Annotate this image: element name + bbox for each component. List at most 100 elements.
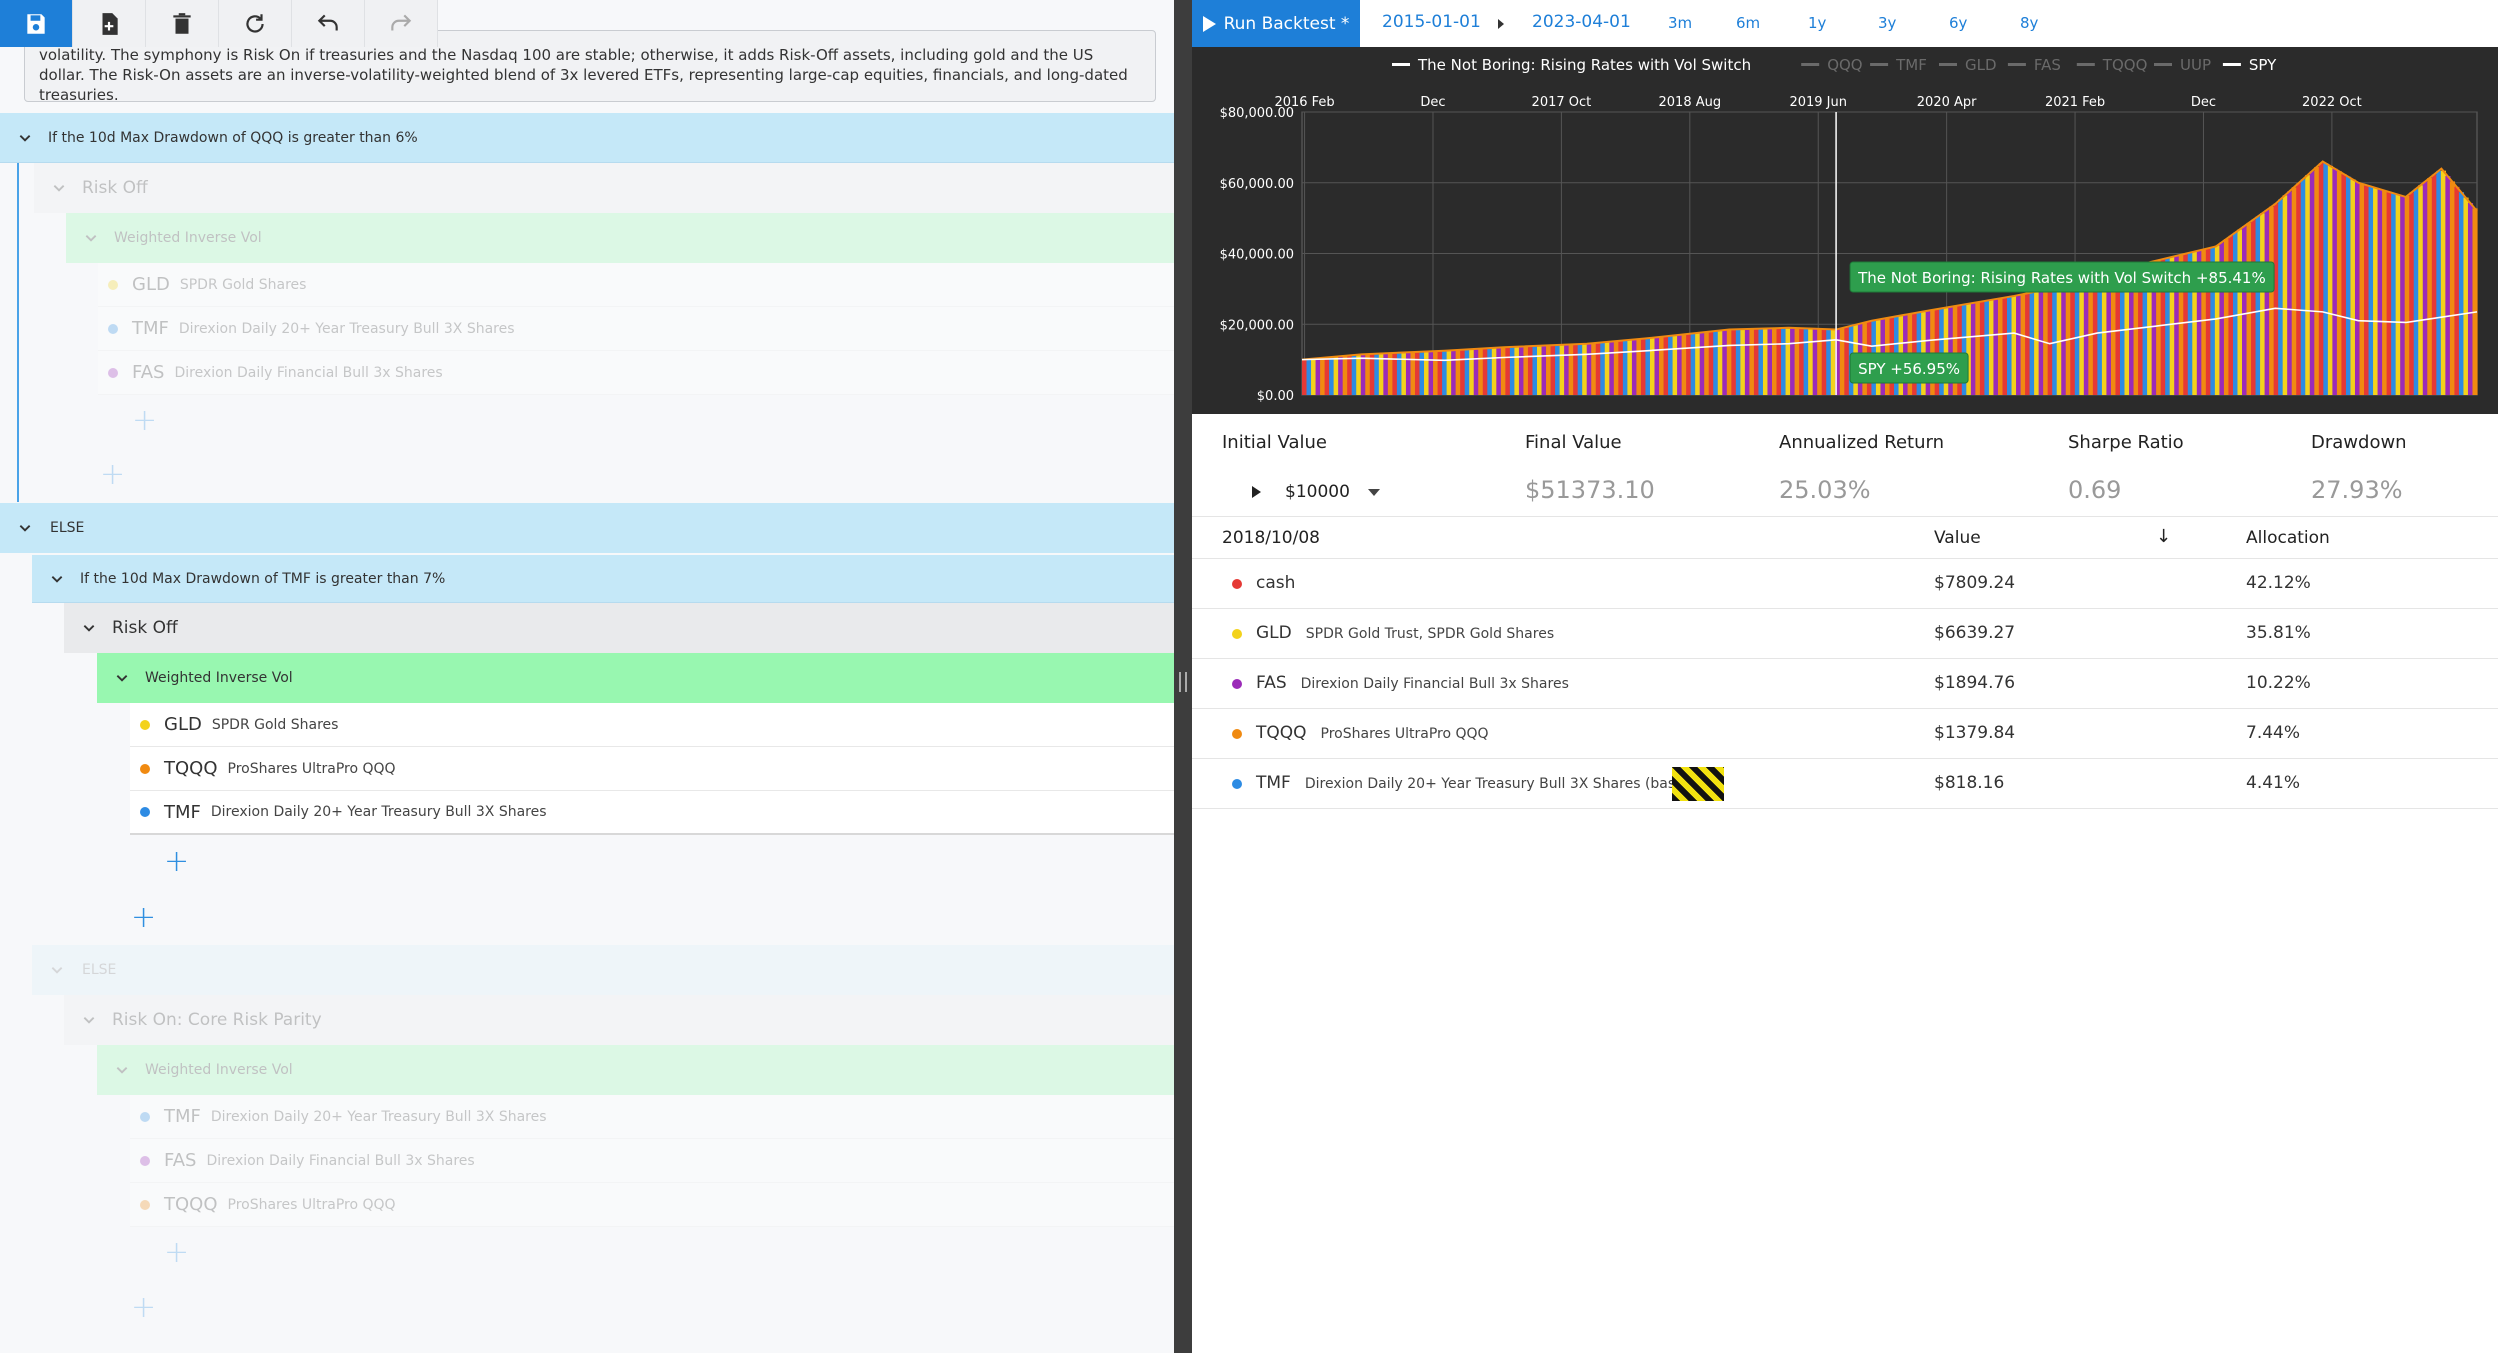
strategy-area-band: [1518, 346, 1525, 395]
weighting-inverse-vol[interactable]: Weighted Inverse Vol: [97, 653, 1174, 703]
holding-value: $1379.84: [1934, 723, 2016, 743]
strategy-area-band: [2422, 181, 2428, 395]
strategy-area-band: [1618, 340, 1624, 395]
add-asset-button[interactable]: +: [132, 406, 157, 436]
asset-row[interactable]: GLD SPDR Gold Shares: [130, 703, 1174, 747]
range-1y[interactable]: 1y: [1808, 14, 1826, 32]
range-3y[interactable]: 3y: [1878, 14, 1896, 32]
chevron-down-icon[interactable]: [14, 517, 36, 539]
asset-row[interactable]: GLD SPDR Gold Shares: [98, 263, 1174, 307]
redo-button[interactable]: [365, 0, 438, 47]
range-6y[interactable]: 6y: [1949, 14, 1967, 32]
asset-row[interactable]: TQQQ ProShares UltraPro QQQ: [130, 1183, 1174, 1227]
chevron-down-icon[interactable]: [78, 1009, 100, 1031]
asset-color-dot: [140, 807, 150, 817]
strategy-area-band: [2287, 191, 2293, 395]
new-file-button[interactable]: [73, 0, 146, 47]
else-branch[interactable]: ELSE: [0, 503, 1174, 553]
tooltip-spy-label: SPY +56.95%: [1858, 360, 1960, 378]
holding-row[interactable]: FAS Direxion Daily Financial Bull 3x Shar…: [1192, 659, 2498, 709]
chart-svg[interactable]: $0.00$20,000.00$40,000.00$60,000.00$80,0…: [1192, 47, 2498, 414]
holding-ticker-group: GLD SPDR Gold Trust, SPDR Gold Shares: [1256, 623, 1554, 643]
legend-label: UUP: [2180, 56, 2211, 74]
if-condition-tmf[interactable]: If the 10d Max Drawdown of TMF is greate…: [32, 555, 1174, 603]
chevron-down-icon[interactable]: [111, 667, 133, 689]
splitter-grip-icon[interactable]: [1179, 672, 1187, 692]
range-8y[interactable]: 8y: [2020, 14, 2038, 32]
run-backtest-button[interactable]: Run Backtest *: [1192, 0, 1360, 47]
asset-name: ProShares UltraPro QQQ: [227, 1196, 396, 1213]
allocation-column-header[interactable]: Allocation: [2246, 528, 2330, 548]
value-column-header[interactable]: Value: [1934, 528, 1981, 548]
chevron-down-icon[interactable]: [111, 1059, 133, 1081]
strategy-area-band: [1487, 348, 1493, 395]
else-branch[interactable]: ELSE: [32, 945, 1174, 995]
if-condition-qqq[interactable]: If the 10d Max Drawdown of QQQ is greate…: [0, 113, 1174, 163]
holding-row[interactable]: TMF Direxion Daily 20+ Year Treasury Bull…: [1192, 759, 2498, 809]
add-block-button[interactable]: +: [131, 1293, 156, 1323]
holding-allocation: 35.81%: [2246, 623, 2311, 643]
asset-row[interactable]: FAS Direxion Daily Financial Bull 3x Sha…: [98, 351, 1174, 395]
add-asset-button[interactable]: +: [164, 1238, 189, 1268]
sort-arrow-icon[interactable]: ↓: [2156, 526, 2171, 547]
add-file-icon: [102, 12, 118, 35]
asset-row[interactable]: TQQQ ProShares UltraPro QQQ: [130, 747, 1174, 791]
strategy-area-band: [1735, 329, 1741, 395]
group-risk-off[interactable]: Risk Off: [34, 163, 1174, 213]
delete-button[interactable]: [146, 0, 219, 47]
header-initial-value: Initial Value: [1222, 432, 1327, 453]
backtest-chart[interactable]: $0.00 $20,000.00 $40,000.00 $60,000.00 $80,0…: [1192, 47, 2498, 414]
strategy-area-band: [1844, 326, 1850, 395]
holding-row[interactable]: GLD SPDR Gold Trust, SPDR Gold Shares $66…: [1192, 609, 2498, 659]
chevron-down-icon[interactable]: [14, 127, 36, 149]
holding-row[interactable]: TQQQ ProShares UltraPro QQQ $1379.84 7.44…: [1192, 709, 2498, 759]
strategy-area-band: [2404, 195, 2410, 395]
y-tick-label: $20,000.00: [1220, 318, 1294, 333]
add-block-button[interactable]: +: [131, 903, 156, 933]
strategy-area-band: [2305, 175, 2311, 395]
holding-color-dot: [1232, 629, 1242, 639]
asset-name: SPDR Gold Shares: [179, 276, 307, 293]
dropdown-caret-icon[interactable]: [1367, 488, 1380, 496]
add-block-button[interactable]: +: [100, 460, 125, 490]
asset-ticker: TQQQ: [164, 758, 218, 779]
save-button[interactable]: [0, 0, 73, 47]
weighting-inverse-vol[interactable]: Weighted Inverse Vol: [66, 213, 1174, 263]
strategy-area-band: [1726, 329, 1732, 395]
strategy-area-band: [2431, 174, 2437, 395]
strategy-area-band: [1491, 347, 1497, 395]
sharpe-ratio: 0.69: [2068, 476, 2122, 504]
undo-button[interactable]: [292, 0, 365, 47]
chevron-down-icon[interactable]: [46, 959, 68, 981]
strategy-area-band: [1731, 329, 1737, 395]
group-risk-on[interactable]: Risk On: Core Risk Parity: [64, 995, 1174, 1045]
refresh-button[interactable]: [219, 0, 292, 47]
group-risk-off[interactable]: Risk Off: [64, 603, 1174, 653]
weighting-inverse-vol[interactable]: Weighted Inverse Vol: [97, 1045, 1174, 1095]
range-6m[interactable]: 6m: [1736, 14, 1760, 32]
holding-row[interactable]: cash $7809.24 42.12%: [1192, 559, 2498, 609]
range-3m[interactable]: 3m: [1668, 14, 1692, 32]
expand-icon[interactable]: [1252, 486, 1261, 498]
chevron-down-icon[interactable]: [48, 177, 70, 199]
header-final-value: Final Value: [1525, 432, 1622, 453]
holdings-header: 2018/10/08 Value ↓ Allocation: [1192, 518, 2498, 559]
pane-splitter[interactable]: [1174, 0, 1192, 1353]
chevron-down-icon[interactable]: [46, 568, 68, 590]
end-date-picker[interactable]: 2023-04-01: [1532, 12, 1631, 32]
strategy-area-band: [1749, 328, 1755, 395]
chevron-down-icon[interactable]: [78, 617, 100, 639]
asset-row[interactable]: TMF Direxion Daily 20+ Year Treasury Bul…: [130, 1095, 1174, 1139]
asset-ticker: GLD: [164, 714, 202, 735]
asset-row[interactable]: FAS Direxion Daily Financial Bull 3x Sha…: [130, 1139, 1174, 1183]
add-asset-button[interactable]: +: [164, 847, 189, 877]
initial-value-select[interactable]: $10000: [1252, 482, 1380, 502]
chevron-down-icon[interactable]: [80, 227, 102, 249]
asset-row[interactable]: TMF Direxion Daily 20+ Year Treasury Bul…: [130, 791, 1174, 835]
asset-row[interactable]: TMF Direxion Daily 20+ Year Treasury Bul…: [98, 307, 1174, 351]
start-date-picker[interactable]: 2015-01-01: [1382, 12, 1481, 32]
undo-icon: [317, 14, 338, 30]
asset-ticker: TMF: [164, 801, 201, 823]
strategy-area-band: [1640, 338, 1647, 395]
holding-color-dot: [1232, 579, 1242, 589]
